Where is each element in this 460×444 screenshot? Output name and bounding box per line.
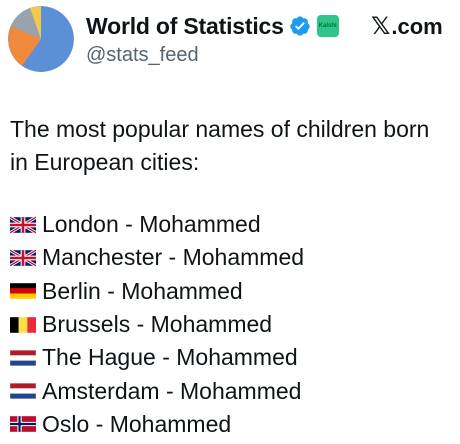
brand-watermark: 𝕏 .com <box>371 12 443 41</box>
list-item: London - Mohammed <box>10 208 450 241</box>
netherlands-flag-icon <box>10 383 36 400</box>
list-item-text: Amsterdam - Mohammed <box>42 377 302 404</box>
list-item-text: The Hague - Mohammed <box>42 344 298 371</box>
germany-flag-icon <box>10 283 36 300</box>
display-name[interactable]: World of Statistics <box>86 13 284 40</box>
pie-chart-logo-icon <box>8 6 74 72</box>
belgium-flag-icon <box>10 316 36 333</box>
city-name-list: London - Mohammed Manchester - Mohammed … <box>10 208 450 441</box>
affiliate-badge[interactable]: Kalshi <box>316 15 339 37</box>
list-item: The Hague - Mohammed <box>10 341 450 374</box>
list-item-text: Brussels - Mohammed <box>42 311 273 338</box>
list-item-text: London - Mohammed <box>42 211 261 238</box>
list-item: Oslo - Mohammed <box>10 408 450 441</box>
netherlands-flag-icon <box>10 349 36 366</box>
list-item-text: Manchester - Mohammed <box>42 244 305 271</box>
list-item-text: Oslo - Mohammed <box>42 410 232 437</box>
list-item: Manchester - Mohammed <box>10 241 450 274</box>
uk-flag-icon <box>10 248 36 267</box>
list-item-text: Berlin - Mohammed <box>42 277 243 304</box>
post-intro-text: The most popular names of children born … <box>10 116 430 175</box>
x-logo-icon: 𝕏 <box>371 13 391 40</box>
uk-flag-icon <box>10 215 36 234</box>
list-item: Amsterdam - Mohammed <box>10 374 450 407</box>
verified-badge-icon <box>290 16 310 36</box>
list-item: Berlin - Mohammed <box>10 275 450 308</box>
name-row: World of Statistics Kalshi <box>86 10 339 42</box>
norway-flag-icon <box>10 416 36 433</box>
brand-suffix: .com <box>391 13 443 39</box>
list-item: Brussels - Mohammed <box>10 308 450 341</box>
avatar[interactable] <box>8 6 74 72</box>
handle[interactable]: @stats_feed <box>86 44 199 67</box>
post-header: World of Statistics Kalshi @stats_feed 𝕏… <box>0 0 460 80</box>
